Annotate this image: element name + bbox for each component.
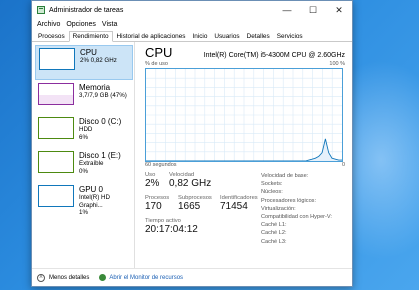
menu-bar: Archivo Opciones Vista (32, 19, 352, 30)
sidebar-item-label: Disco 0 (C:) (79, 117, 122, 126)
sidebar-item-detail: 2% 0,82 GHz (80, 57, 117, 64)
detail-nucleos: Núcleos: (261, 189, 283, 196)
tab-usuarios[interactable]: Usuarios (211, 32, 242, 41)
open-resource-monitor-link[interactable]: Abrir el Monitor de recursos (109, 275, 183, 281)
tab-rendimiento[interactable]: Rendimiento (68, 31, 113, 42)
performance-panel: CPU 2% 0,82 GHz Memoria 3,7/7,9 GB (47%)… (32, 42, 352, 268)
sidebar-item-memoria[interactable]: Memoria 3,7/7,9 GB (47%) (35, 81, 133, 114)
footer-bar: ˄ Menos detalles Abrir el Monitor de rec… (32, 268, 352, 286)
sidebar-item-label: Memoria (79, 83, 111, 92)
cpu-model-name: Intel(R) Core(TM) i5-4300M CPU @ 2.60GHz (203, 52, 345, 59)
graph-time-label: 60 segundos (145, 162, 177, 168)
chevron-up-icon[interactable]: ˄ (37, 273, 45, 282)
sidebar-item-value: 6% (79, 133, 88, 141)
sidebar-item-detail: Extraíble (79, 160, 104, 167)
sidebar-item-cpu[interactable]: CPU 2% 0,82 GHz (35, 45, 133, 80)
graph-zero-label: 0 (341, 162, 345, 168)
menu-archivo[interactable]: Archivo (37, 21, 60, 28)
less-details-link[interactable]: Menos detalles (49, 275, 89, 281)
resource-sidebar: CPU 2% 0,82 GHz Memoria 3,7/7,9 GB (47%)… (35, 45, 133, 217)
detail-hyper-v: Compatibilidad con Hyper-V: (261, 214, 332, 221)
detail-procesadores-logicos: Procesadores lógicos: (261, 197, 317, 204)
identificadores-value: 71454 (220, 201, 248, 212)
cpu-usage-svg (146, 69, 342, 161)
sidebar-item-disco-1[interactable]: Disco 1 (E:) Extraíble 0% (35, 149, 133, 182)
detail-velocidad-base: Velocidad de base: (261, 173, 309, 179)
cpu-detail-pane: CPU Intel(R) Core(TM) i5-4300M CPU @ 2.6… (145, 45, 345, 272)
sidebar-item-detail: HDD (79, 126, 93, 133)
sidebar-item-value: 0% (79, 167, 88, 175)
task-manager-window: Administrador de tareas — ☐ ✕ Archivo Op… (31, 0, 353, 287)
tab-historial[interactable]: Historial de aplicaciones (114, 32, 189, 41)
tab-procesos[interactable]: Procesos (35, 32, 68, 41)
close-button[interactable]: ✕ (326, 1, 352, 19)
cpu-stats: Uso 2% Velocidad 0,82 GHz Procesos 170 S… (145, 172, 345, 272)
sidebar-item-value: 1% (79, 209, 88, 216)
tab-strip: Procesos Rendimiento Historial de aplica… (32, 30, 352, 42)
sidebar-item-disco-0[interactable]: Disco 0 (C:) HDD 6% (35, 115, 133, 148)
uso-value: 2% (145, 178, 160, 189)
title-bar: Administrador de tareas — ☐ ✕ (32, 1, 352, 19)
tiempo-activo-value: 20:17:04:12 (145, 224, 198, 235)
window-title: Administrador de tareas (49, 6, 124, 14)
procesos-value: 170 (145, 201, 162, 212)
graph-max-label: 100 % (329, 61, 345, 67)
cpu-heading: CPU (145, 45, 173, 60)
cpu-usage-graph (145, 68, 343, 162)
tab-inicio[interactable]: Inicio (189, 32, 210, 41)
sidebar-divider (134, 42, 135, 268)
subprocesos-value: 1665 (178, 201, 201, 212)
detail-cache-l1: Caché L1: (261, 222, 287, 229)
sidebar-item-detail: 3,7/7,9 GB (47%) (79, 92, 127, 99)
cpu-detail-list: Velocidad de base: Sockets: Núcleos: Pro… (261, 172, 332, 246)
minimize-button[interactable]: — (274, 1, 300, 19)
tab-detalles[interactable]: Detalles (244, 32, 273, 41)
detail-virtualizacion: Virtualización: (261, 205, 296, 212)
detail-sockets: Sockets: (261, 181, 283, 188)
sidebar-item-label: GPU 0 (79, 185, 104, 194)
sidebar-item-label: CPU (80, 48, 97, 57)
velocidad-value: 0,82 GHz (169, 178, 212, 189)
gpu-thumbnail-graph (38, 185, 74, 207)
detail-cache-l2: Caché L2: (261, 230, 287, 237)
task-manager-icon (37, 6, 45, 14)
sidebar-item-gpu-0[interactable]: GPU 0 Intel(R) HD Graphi... 1% (35, 183, 133, 216)
maximize-button[interactable]: ☐ (300, 1, 326, 19)
sidebar-item-label: Disco 1 (E:) (79, 151, 121, 160)
graph-usage-label: % de uso (145, 61, 168, 67)
sidebar-item-detail: Intel(R) HD Graphi... (79, 194, 110, 209)
menu-opciones[interactable]: Opciones (66, 21, 96, 28)
cpu-thumbnail-graph (39, 48, 75, 70)
resource-monitor-icon (99, 274, 107, 281)
memory-thumbnail-graph (38, 83, 74, 105)
disk1-thumbnail-graph (38, 151, 74, 173)
disk0-thumbnail-graph (38, 117, 74, 139)
tab-servicios[interactable]: Servicios (274, 32, 306, 41)
menu-vista[interactable]: Vista (102, 21, 117, 28)
detail-cache-l3: Caché L3: (261, 238, 287, 245)
